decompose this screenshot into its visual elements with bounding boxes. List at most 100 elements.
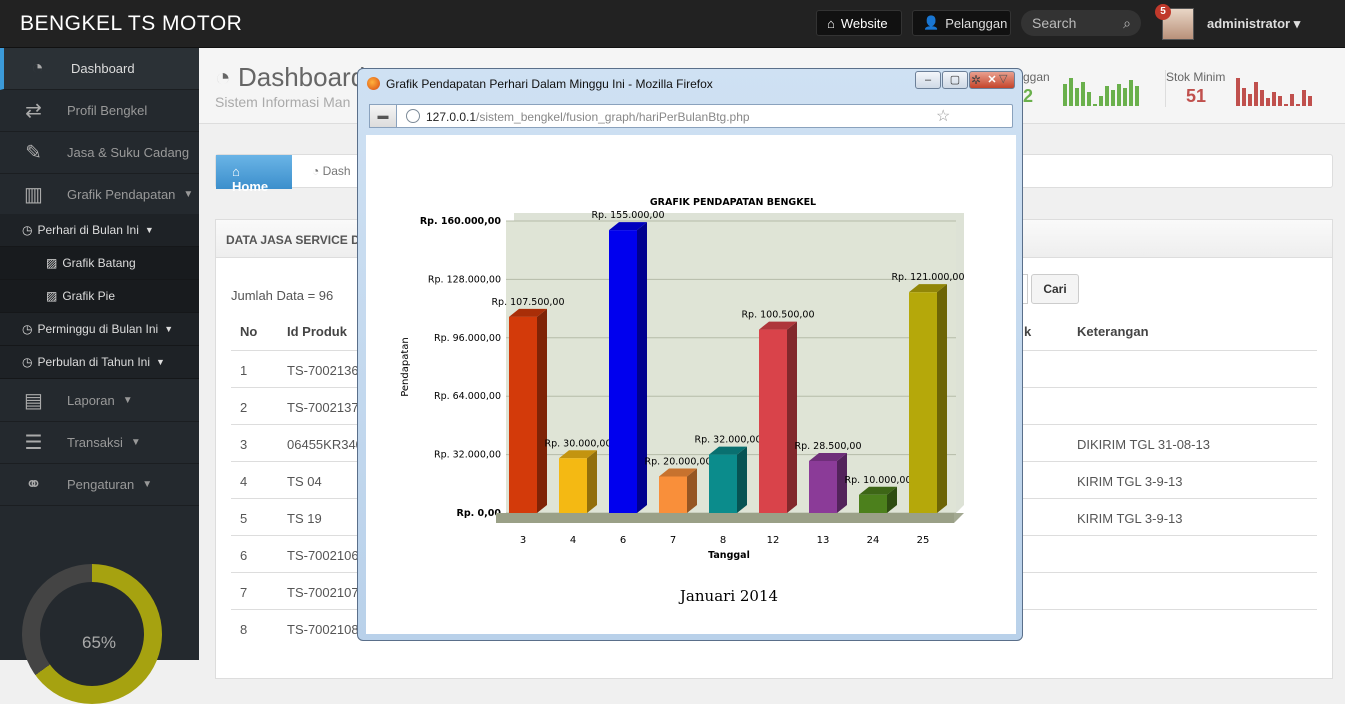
sidebar-sub-label: Perhari di Bulan Ini — [37, 223, 139, 237]
sidebar-sub-grafik-pie[interactable]: ▨ Grafik Pie — [0, 280, 199, 313]
breadcrumb-home[interactable]: ⌂ Home — [216, 155, 292, 194]
sidebar-sub-perminggu[interactable]: ◷ Perminggu di Bulan Ini ▼ — [0, 313, 199, 346]
retweet-icon: ⇄ — [25, 100, 42, 122]
firefox-icon — [367, 77, 380, 90]
col-header-k[interactable]: k — [1024, 324, 1031, 339]
notification-badge[interactable]: 5 — [1155, 4, 1171, 20]
sidebar-item-jasa[interactable]: ✎ Jasa & Suku Cadang — [0, 132, 199, 174]
cell-no: 5 — [240, 511, 248, 526]
y-tick-label: Rp. 96.000,00 — [434, 333, 501, 344]
bar-side — [637, 222, 647, 513]
sidebar-item-transaksi[interactable]: ☰ Transaksi ▼ — [0, 422, 199, 464]
sidebar-sub-label: Perminggu di Bulan Ini — [37, 322, 159, 336]
page-viewport: Rp. 0,00 Rp. 32.000,00 Rp. 64.000,00 Rp. 96… — [366, 135, 1016, 634]
bar — [509, 316, 537, 513]
caret-down-icon: ▼ — [164, 324, 174, 334]
x-tick-label: 13 — [817, 535, 830, 546]
x-axis-label: Tanggal — [708, 550, 750, 561]
dropdown-arrow-icon[interactable]: ▽ — [999, 72, 1007, 85]
bar — [609, 230, 637, 513]
sidebar-item-profil[interactable]: ⇄ Profil Bengkel — [0, 90, 199, 132]
brand-title[interactable]: BENGKEL TS MOTOR — [20, 12, 242, 36]
cari-button[interactable]: Cari — [1031, 274, 1079, 304]
y-tick-label: Rp. 160.000,00 — [420, 216, 502, 227]
search-icon[interactable]: ⌕ — [1123, 15, 1131, 32]
dashboard-icon: ◔ — [312, 164, 320, 178]
data-label: Rp. 20.000,00 — [644, 457, 711, 468]
cell-no: 1 — [240, 363, 248, 378]
search-placeholder: Search — [1032, 15, 1077, 31]
minimize-button[interactable]: – — [915, 71, 941, 89]
data-label: Rp. 32.000,00 — [694, 435, 761, 446]
sidebar-item-laporan[interactable]: ▤ Laporan ▼ — [0, 380, 199, 422]
globe-icon — [406, 109, 420, 123]
website-button[interactable]: ⌂ Website — [816, 10, 902, 36]
sidebar-item-label: Transaksi — [67, 435, 123, 450]
breadcrumb-current[interactable]: ◔ Dash — [312, 164, 351, 178]
bar — [659, 476, 687, 513]
sidebar-item-label: Jasa & Suku Cadang — [67, 145, 190, 160]
cell-id: TS 19 — [287, 511, 322, 526]
user-menu[interactable]: administrator ▾ — [1207, 16, 1300, 32]
sidebar-item-label: Dashboard — [71, 61, 135, 76]
cell-id: TS-7002136 — [287, 363, 359, 378]
sidebar-sub-grafik-batang[interactable]: ▨ Grafik Batang — [0, 247, 199, 280]
stat-label: Stok Minim — [1166, 70, 1226, 84]
cell-id: TS-7002108 — [287, 622, 359, 637]
data-label: Rp. 10.000,00 — [844, 475, 911, 486]
x-tick-label: 8 — [720, 535, 726, 546]
cell-no: 8 — [240, 622, 248, 637]
y-tick-label: Rp. 32.000,00 — [434, 450, 501, 461]
sidebar-item-label: Profil Bengkel — [67, 103, 148, 118]
server-icon: ☰ — [24, 432, 43, 454]
cell-id: 06455KR340 — [287, 437, 363, 452]
sidebar-item-label: Grafik Pendapatan — [67, 187, 176, 202]
data-label: Rp. 100.500,00 — [741, 310, 814, 321]
cell-keterangan: KIRIM TGL 3-9-13 — [1077, 511, 1183, 526]
bookmark-star-icon[interactable]: ☆ — [936, 106, 950, 126]
addon-icon[interactable]: ✲ — [971, 73, 981, 87]
stat-value: 2 — [1023, 86, 1034, 106]
search-input[interactable]: Search ⌕ — [1021, 10, 1141, 36]
dashboard-icon: ◔ — [215, 62, 231, 92]
pelanggan-button[interactable]: 👤 Pelanggan — [912, 10, 1011, 36]
caret-down-icon: ▼ — [183, 189, 194, 200]
data-label: Rp. 30.000,00 — [544, 438, 611, 449]
url-bar[interactable]: ▬ 127.0.0.1/sistem_bengkel/fusion_graph/… — [369, 104, 1013, 128]
sidebar-item-dashboard[interactable]: ◔ Dashboard — [0, 48, 199, 90]
col-header-id[interactable]: Id Produk — [287, 324, 347, 339]
bar-chart-icon: ▥ — [24, 184, 43, 206]
sidebar-item-label: Pengaturan — [67, 477, 135, 492]
bar-side — [737, 446, 747, 513]
maximize-button[interactable]: ▢ — [942, 71, 968, 89]
popup-window: Grafik Pendapatan Perhari Dalam Minggu I… — [357, 68, 1023, 641]
caret-down-icon: ▾ — [1293, 16, 1301, 31]
sidebar-sub-perhari[interactable]: ◷ Perhari di Bulan Ini ▼ — [0, 214, 199, 247]
page-menu-icon[interactable]: ▬ — [369, 104, 397, 128]
data-label: Rp. 155.000,00 — [591, 210, 664, 221]
bar — [709, 454, 737, 513]
y-axis-label: Pendapatan — [400, 337, 411, 397]
chart-caption: Januari 2014 — [678, 587, 778, 605]
caret-down-icon: ▼ — [130, 437, 141, 448]
breadcrumb-home-label: Home — [232, 179, 269, 194]
col-header-keterangan[interactable]: Keterangan — [1077, 324, 1149, 339]
cell-no: 7 — [240, 585, 248, 600]
col-header-no[interactable]: No — [240, 324, 257, 339]
clock-icon: ◷ — [22, 355, 33, 369]
data-label: Rp. 121.000,00 — [891, 272, 964, 283]
sidebar-sub-perbulan[interactable]: ◷ Perbulan di Tahun Ini ▼ — [0, 346, 199, 379]
cell-id: TS 04 — [287, 474, 322, 489]
url-path: /sistem_bengkel/fusion_graph/hariPerBula… — [476, 110, 750, 124]
sidebar-item-pengaturan[interactable]: ⚭ Pengaturan ▼ — [0, 464, 199, 506]
x-tick-label: 7 — [670, 535, 676, 546]
bar — [909, 292, 937, 513]
url-host: 127.0.0.1 — [426, 110, 477, 124]
cell-id: TS-7002106 — [287, 548, 359, 563]
cell-no: 4 — [240, 474, 248, 489]
edit-icon: ✎ — [25, 142, 42, 164]
caret-down-icon: ▼ — [144, 225, 154, 235]
sidebar-item-grafik[interactable]: ▥ Grafik Pendapatan ▼ — [0, 174, 199, 216]
home-icon: ⌂ — [827, 15, 835, 31]
url-text[interactable]: 127.0.0.1/sistem_bengkel/fusion_graph/ha… — [426, 110, 750, 124]
